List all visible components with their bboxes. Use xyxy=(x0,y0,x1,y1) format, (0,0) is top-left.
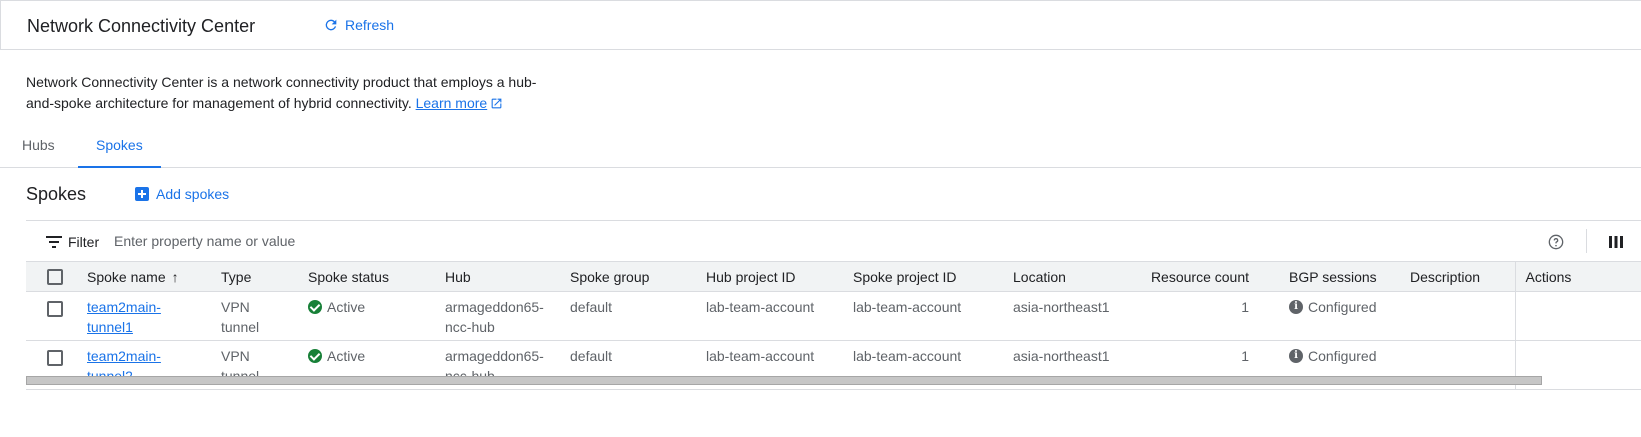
tab-bar: Hubs Spokes xyxy=(0,128,1641,168)
refresh-button[interactable]: Refresh xyxy=(323,17,394,33)
col-spoke-project-id[interactable]: Spoke project ID xyxy=(843,262,1003,292)
col-hub[interactable]: Hub xyxy=(435,262,560,292)
actions-cell xyxy=(1514,291,1641,341)
col-location[interactable]: Location xyxy=(1003,262,1129,292)
col-spoke-status[interactable]: Spoke status xyxy=(298,262,435,292)
refresh-icon xyxy=(325,19,337,31)
page-title: Network Connectivity Center xyxy=(27,16,256,36)
col-description[interactable]: Description xyxy=(1400,262,1515,292)
col-type[interactable]: Type xyxy=(211,262,298,292)
filter-label: Filter xyxy=(68,234,100,250)
col-resource-count[interactable]: Resource count xyxy=(1129,262,1259,292)
table-row: team2main-tunnel1 VPN tunnel Active arma… xyxy=(26,291,1641,341)
select-all-cell xyxy=(26,262,77,292)
status-text: Active xyxy=(327,348,366,364)
row-checkbox[interactable] xyxy=(47,350,63,367)
check-circle-icon xyxy=(308,300,322,314)
bgp-text: Configured xyxy=(1308,299,1377,315)
row-checkbox[interactable] xyxy=(47,301,63,318)
filter-button[interactable]: Filter xyxy=(46,234,99,250)
status-cell: Active xyxy=(298,292,435,341)
status-text: Active xyxy=(327,299,366,315)
col-hub-project-id[interactable]: Hub project ID xyxy=(696,262,843,292)
tab-spokes[interactable]: Spokes xyxy=(78,128,161,168)
hub-project-cell: lab-team-account xyxy=(706,299,815,315)
row-select-cell xyxy=(26,292,77,341)
resource-count-cell: 1 xyxy=(1241,299,1249,315)
bgp-cell: i Configured xyxy=(1259,292,1400,341)
spokes-table: Spoke name ↑ Type Spoke status Hub Spoke … xyxy=(26,261,1641,390)
page-description: Network Connectivity Center is a network… xyxy=(26,72,546,114)
check-circle-icon xyxy=(308,349,322,363)
bgp-text: Configured xyxy=(1308,348,1377,364)
column-display-icon[interactable] xyxy=(1609,236,1623,248)
external-link-icon xyxy=(491,98,502,109)
col-bgp-sessions[interactable]: BGP sessions xyxy=(1259,262,1400,292)
col-spoke-name[interactable]: Spoke name ↑ xyxy=(77,262,211,292)
select-all-checkbox[interactable] xyxy=(47,269,63,286)
spoke-name-link[interactable]: team2main-tunnel1 xyxy=(87,299,161,335)
add-spokes-label: Add spokes xyxy=(156,186,230,202)
col-spoke-group[interactable]: Spoke group xyxy=(560,262,696,292)
spoke-group-cell: default xyxy=(570,299,613,315)
table-header-row: Spoke name ↑ Type Spoke status Hub Spoke … xyxy=(26,261,1641,292)
spoke-project-cell: lab-team-account xyxy=(853,299,962,315)
hub-cell: armageddon65-ncc-hub xyxy=(445,299,544,335)
toolbar-divider xyxy=(1586,229,1587,253)
type-cell: VPN tunnel xyxy=(221,299,260,335)
add-box-icon xyxy=(135,187,149,201)
refresh-label: Refresh xyxy=(345,17,395,33)
help-icon[interactable] xyxy=(1548,234,1564,250)
sort-ascending-icon[interactable]: ↑ xyxy=(172,269,179,285)
location-cell: asia-northeast1 xyxy=(1013,299,1110,315)
filter-input[interactable] xyxy=(114,229,714,253)
filter-icon xyxy=(46,236,62,248)
description-cell xyxy=(1400,292,1515,341)
tab-hubs[interactable]: Hubs xyxy=(4,128,73,168)
spokes-section-title: Spokes xyxy=(26,184,87,204)
col-actions: Actions xyxy=(1514,261,1641,292)
col-spoke-name-label: Spoke name xyxy=(87,268,166,285)
filter-bar: Filter xyxy=(26,220,1641,261)
top-bar: Network Connectivity Center Refresh xyxy=(0,0,1641,50)
add-spokes-button[interactable]: Add spokes xyxy=(135,186,229,202)
learn-more-link[interactable]: Learn more xyxy=(416,95,488,111)
spoke-name-cell: team2main-tunnel1 xyxy=(77,292,211,341)
info-icon: i xyxy=(1289,349,1303,363)
info-icon: i xyxy=(1289,300,1303,314)
horizontal-scrollbar[interactable] xyxy=(26,376,1542,385)
